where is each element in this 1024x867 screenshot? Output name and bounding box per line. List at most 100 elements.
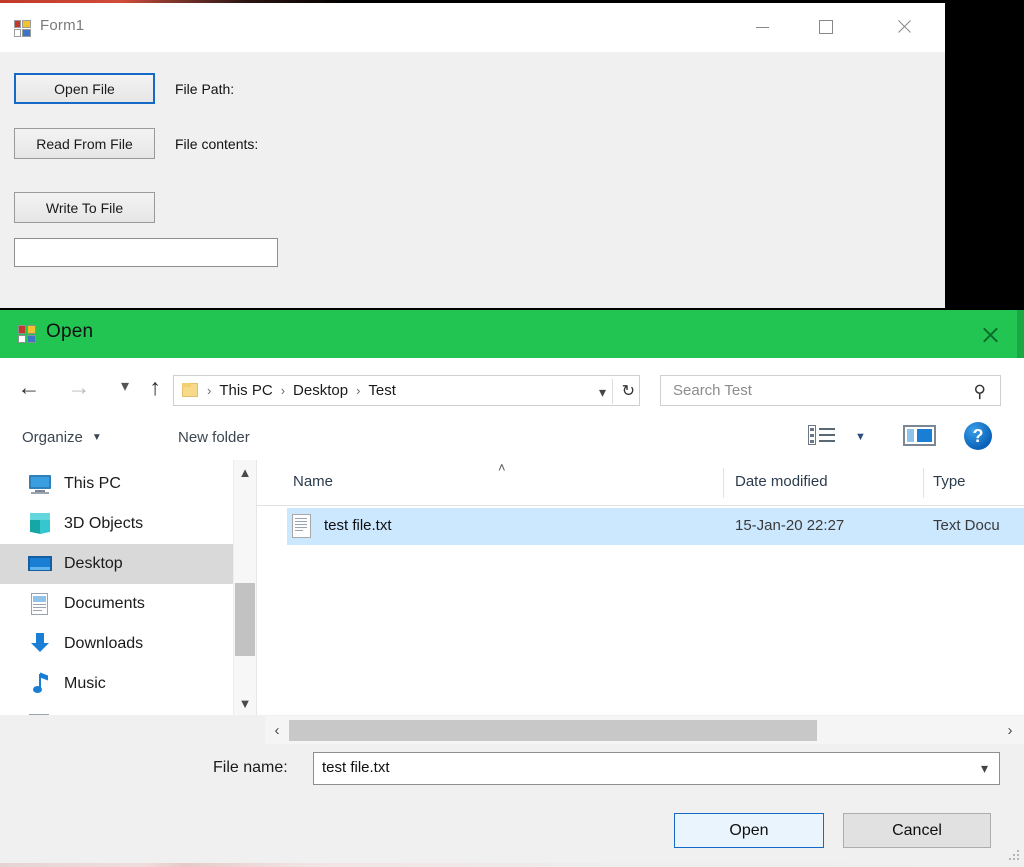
address-divider bbox=[612, 379, 613, 404]
up-button[interactable]: ↑ bbox=[140, 372, 170, 402]
navigation-bar: ← → ▾ ↑ › This PC › Desktop › Test ▾ ↻ S… bbox=[0, 358, 1024, 414]
sidebar-item-label: Desktop bbox=[64, 555, 123, 572]
search-input[interactable]: Search Test ⚲ bbox=[660, 375, 1001, 406]
maximize-icon bbox=[819, 19, 833, 34]
sidebar-item-music[interactable]: Music bbox=[0, 664, 233, 704]
form1-titlebar[interactable]: Form1 bbox=[0, 3, 945, 53]
minimize-icon bbox=[755, 27, 769, 28]
this-pc-icon bbox=[28, 472, 52, 496]
new-folder-button[interactable]: New folder bbox=[178, 424, 250, 450]
dialog-toolbar: Organize ▼ New folder ▼ ? bbox=[0, 414, 1024, 461]
breadcrumb-test[interactable]: Test bbox=[367, 382, 397, 399]
organize-label: Organize bbox=[22, 428, 83, 446]
text-file-icon bbox=[292, 514, 311, 538]
column-divider[interactable] bbox=[723, 468, 724, 498]
preview-pane-icon[interactable] bbox=[903, 423, 936, 449]
view-mode-chevron-down-icon[interactable]: ▼ bbox=[855, 431, 866, 443]
read-from-file-button[interactable]: Read From File bbox=[14, 128, 155, 159]
3d-objects-icon bbox=[28, 512, 52, 536]
chevron-down-icon: ▼ bbox=[91, 431, 102, 443]
column-divider[interactable] bbox=[923, 468, 924, 498]
breadcrumb-this-pc[interactable]: This PC bbox=[218, 382, 273, 399]
open-file-button[interactable]: Open File bbox=[14, 73, 155, 104]
music-icon bbox=[28, 672, 52, 696]
open-dialog-titlebar[interactable]: Open bbox=[0, 310, 1024, 358]
sidebar-item-desktop[interactable]: Desktop bbox=[0, 544, 233, 584]
close-icon bbox=[897, 19, 912, 34]
sidebar-item-pictures[interactable] bbox=[0, 704, 233, 715]
file-list-horizontal-scrollbar[interactable]: ‹ › bbox=[265, 716, 1024, 744]
file-list-pane: ˄ Name Date modified Type test file.txt … bbox=[256, 460, 1024, 715]
open-dialog-title: Open bbox=[46, 321, 94, 342]
view-mode-icon[interactable] bbox=[808, 423, 836, 449]
file-date-modified-cell: 15-Jan-20 22:27 bbox=[735, 517, 845, 534]
cancel-button[interactable]: Cancel bbox=[843, 813, 991, 848]
sidebar-scrollbar[interactable]: ▲ ▼ bbox=[233, 460, 256, 715]
chevron-up-icon[interactable]: ▲ bbox=[234, 460, 256, 484]
pictures-icon bbox=[28, 712, 52, 715]
file-contents-label: File contents: bbox=[175, 136, 259, 152]
write-to-file-button[interactable]: Write To File bbox=[14, 192, 155, 223]
back-button[interactable]: ← bbox=[14, 372, 44, 402]
vs-form-designer-icon bbox=[18, 325, 36, 343]
dialog-body: This PC 3D Objects Desktop Documents Dow… bbox=[0, 460, 1024, 715]
form1-client-area: Open File Read From File Write To File F… bbox=[0, 52, 945, 308]
breadcrumb-desktop[interactable]: Desktop bbox=[292, 382, 349, 399]
close-button[interactable] bbox=[881, 3, 927, 50]
vs-form-designer-icon bbox=[14, 20, 31, 37]
refresh-icon[interactable]: ↻ bbox=[622, 381, 635, 401]
breadcrumb-separator: › bbox=[356, 383, 361, 398]
downloads-icon bbox=[28, 632, 52, 656]
form1-title-text: Form1 bbox=[40, 17, 85, 34]
sidebar-item-downloads[interactable]: Downloads bbox=[0, 624, 233, 664]
open-button[interactable]: Open bbox=[674, 813, 824, 848]
sidebar-item-label: Music bbox=[64, 675, 106, 692]
dialog-footer: File name: test file.txt ▾ Open Cancel bbox=[0, 744, 1024, 867]
sidebar-scrollbar-thumb[interactable] bbox=[235, 583, 255, 656]
open-file-dialog: Open ← → ▾ ↑ › This PC › Desktop › Test … bbox=[0, 310, 1024, 867]
scroll-left-icon[interactable]: ‹ bbox=[267, 719, 287, 741]
sidebar-item-label: Documents bbox=[64, 595, 145, 612]
minimize-button[interactable] bbox=[739, 3, 785, 50]
scroll-right-icon[interactable]: › bbox=[1000, 719, 1020, 741]
recent-locations-button[interactable]: ▾ bbox=[110, 372, 140, 402]
file-path-label: File Path: bbox=[175, 81, 235, 97]
organize-button[interactable]: Organize ▼ bbox=[22, 424, 102, 450]
sidebar-item-3d-objects[interactable]: 3D Objects bbox=[0, 504, 233, 544]
titlebar-right-edge bbox=[1017, 310, 1024, 358]
desktop-icon bbox=[28, 552, 52, 576]
breadcrumb-separator: › bbox=[280, 383, 286, 398]
sidebar-item-this-pc[interactable]: This PC bbox=[0, 464, 233, 504]
chevron-down-icon[interactable]: ▼ bbox=[234, 691, 256, 715]
column-header-type[interactable]: Type bbox=[933, 473, 966, 490]
column-header-date-modified[interactable]: Date modified bbox=[735, 473, 828, 490]
file-name-label: File name: bbox=[213, 759, 288, 776]
file-name-input[interactable]: test file.txt ▾ bbox=[313, 752, 1000, 785]
sidebar-item-label: Downloads bbox=[64, 635, 144, 652]
resize-grip-icon[interactable] bbox=[1007, 850, 1020, 863]
chevron-down-icon[interactable]: ▾ bbox=[599, 384, 606, 401]
column-header-name[interactable]: Name bbox=[293, 473, 333, 490]
forward-button[interactable]: → bbox=[64, 372, 94, 402]
write-text-input[interactable] bbox=[14, 238, 278, 267]
documents-icon bbox=[28, 592, 52, 616]
open-dialog-close-button[interactable] bbox=[962, 310, 1017, 358]
file-name-cell: test file.txt bbox=[324, 517, 392, 534]
form1-window: Form1 Open File Read From File Write To … bbox=[0, 3, 945, 308]
close-icon bbox=[982, 326, 998, 342]
sort-ascending-icon: ˄ bbox=[498, 460, 506, 475]
help-icon[interactable]: ? bbox=[964, 422, 992, 450]
sidebar-item-label: This PC bbox=[64, 475, 121, 492]
sidebar-item-label: 3D Objects bbox=[64, 515, 144, 532]
file-name-value: test file.txt bbox=[322, 759, 390, 776]
file-type-cell: Text Docu bbox=[933, 517, 1000, 534]
navigation-sidebar: This PC 3D Objects Desktop Documents Dow… bbox=[0, 460, 233, 715]
search-icon[interactable]: ⚲ bbox=[974, 382, 986, 402]
table-row[interactable]: test file.txt 15-Jan-20 22:27 Text Docu bbox=[287, 508, 1024, 545]
horizontal-scrollbar-thumb[interactable] bbox=[289, 720, 817, 741]
sidebar-item-documents[interactable]: Documents bbox=[0, 584, 233, 624]
breadcrumb-separator: › bbox=[207, 383, 212, 398]
chevron-down-icon[interactable]: ▾ bbox=[981, 760, 988, 777]
maximize-button[interactable] bbox=[803, 3, 849, 50]
address-bar[interactable]: › This PC › Desktop › Test ▾ ↻ bbox=[173, 375, 640, 406]
